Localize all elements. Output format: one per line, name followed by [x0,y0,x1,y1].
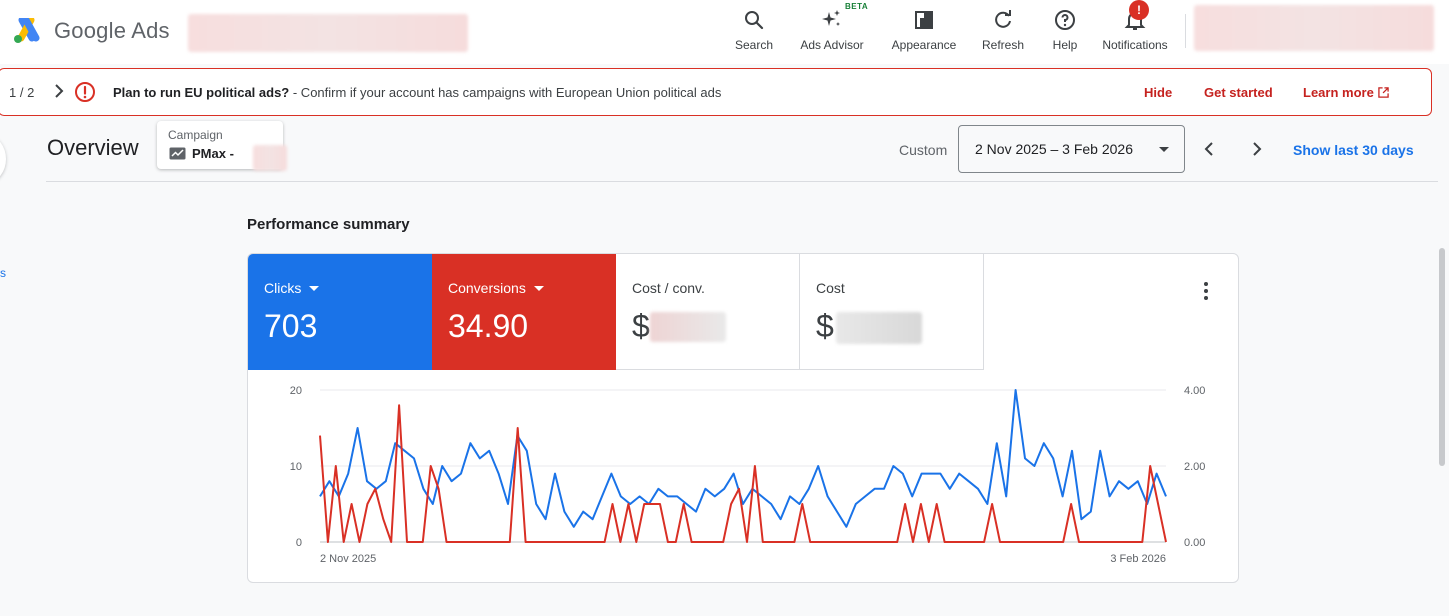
top-bar: Google Ads Search BETA Ads Advisor Appea… [0,0,1449,64]
y-left-tick-label: 10 [290,461,302,473]
banner-detail: - Confirm if your account has campaigns … [289,84,722,100]
metric-tile-clicks[interactable]: Clicks 703 [248,254,432,370]
metric-label-text: Clicks [264,280,302,296]
account-info-redacted[interactable] [1194,5,1434,51]
metric-tile-cost[interactable]: Cost $ [800,254,984,370]
help-label: Help [1052,38,1078,52]
banner-page-count: 1 / 2 [9,84,35,100]
section-title: Performance summary [247,216,410,233]
toolbar-divider [1185,14,1186,48]
ads-advisor-button[interactable]: BETA Ads Advisor [795,2,869,56]
learn-more-label: Learn more [1303,84,1374,100]
notification-badge: ! [1129,0,1149,20]
metric-label-clicks: Clicks [264,280,320,296]
date-range-type: Custom [899,142,948,158]
hide-link[interactable]: Hide [1144,85,1172,100]
metric-value-clicks: 703 [264,308,318,344]
refresh-icon [995,10,1011,28]
dropdown-caret-icon [533,286,544,291]
performance-card: Clicks 703 Conversions 34.90 Cost / conv… [247,253,1239,583]
campaign-selector[interactable]: Campaign PMax - [157,121,287,171]
sidebar-toggle[interactable] [0,136,6,182]
page-title: Overview [47,135,139,160]
warning-icon [75,82,95,102]
sparkle-icon [822,10,840,26]
y-left-tick-label: 0 [296,537,302,549]
metric-label-cost: Cost [816,280,845,296]
y-left-tick-label: 20 [290,385,302,397]
sidebar-fragment[interactable]: s [0,266,6,280]
date-range-selector[interactable]: 2 Nov 2025 – 3 Feb 2026 [958,125,1185,173]
metric-label-conversions: Conversions [448,280,544,296]
help-icon [1055,10,1075,30]
performance-max-icon [169,147,186,160]
metric-tile-conversions[interactable]: Conversions 34.90 [432,254,616,370]
cost-per-conv-redacted [650,312,726,342]
metric-label-text: Conversions [448,280,526,296]
metric-value-cost-per-conv: $ [632,308,650,344]
cost-redacted [836,312,922,344]
search-label: Search [734,38,774,52]
notifications-button[interactable]: ! Notifications [1097,0,1173,56]
x-end-label: 3 Feb 2026 [1110,553,1166,565]
y-right-tick-label: 2.00 [1184,461,1205,473]
search-button[interactable]: Search [732,6,776,56]
series-line-clicks [319,389,1167,528]
appearance-label: Appearance [891,38,957,52]
campaign-name-redacted [253,145,287,171]
previous-period-icon[interactable] [1200,140,1218,158]
campaign-label: Campaign [168,128,223,142]
dropdown-caret-icon [1159,147,1169,152]
metric-label-cost-per-conv: Cost / conv. [632,280,705,296]
notifications-label: Notifications [1102,38,1168,52]
search-icon [745,11,764,30]
banner-title: Plan to run EU political ads? [113,84,290,100]
x-start-label: 2 Nov 2025 [320,553,376,565]
y-right-tick-label: 0.00 [1184,537,1205,549]
campaign-value: PMax - [192,146,234,161]
metric-value-cost: $ [816,308,834,344]
appearance-icon [915,11,933,29]
ads-advisor-label: Ads Advisor [800,38,864,52]
show-last-30-days-link[interactable]: Show last 30 days [1293,142,1414,158]
learn-more-link[interactable]: Learn more [1303,85,1389,100]
get-started-link[interactable]: Get started [1204,85,1273,100]
external-link-icon [1378,86,1389,98]
performance-chart[interactable]: 0 10 20 0.00 2.00 4.00 2 Nov 2025 3 Feb 2026 [248,370,1239,583]
metric-tile-cost-per-conv[interactable]: Cost / conv. $ [616,254,800,370]
appearance-button[interactable]: Appearance [888,6,960,56]
refresh-button[interactable]: Refresh [979,6,1027,56]
account-name-redacted [188,14,468,52]
notification-banner: 1 / 2 Plan to run EU political ads? - Co… [0,68,1432,116]
date-range-value: 2 Nov 2025 – 3 Feb 2026 [975,141,1134,157]
dropdown-caret-icon [309,286,320,291]
more-options-icon[interactable] [1200,280,1212,302]
next-period-icon[interactable] [1248,140,1266,158]
google-ads-logo[interactable] [12,18,42,44]
y-right-tick-label: 4.00 [1184,385,1205,397]
refresh-label: Refresh [981,38,1025,52]
banner-message: Plan to run EU political ads? - Confirm … [113,85,721,100]
help-button[interactable]: Help [1046,6,1084,56]
chevron-right-icon[interactable] [51,83,67,99]
app-title: Google Ads [54,18,170,43]
scrollbar[interactable] [1439,248,1445,466]
header-divider [46,181,1438,182]
beta-badge: BETA [845,2,869,11]
metric-value-conversions: 34.90 [448,308,529,344]
